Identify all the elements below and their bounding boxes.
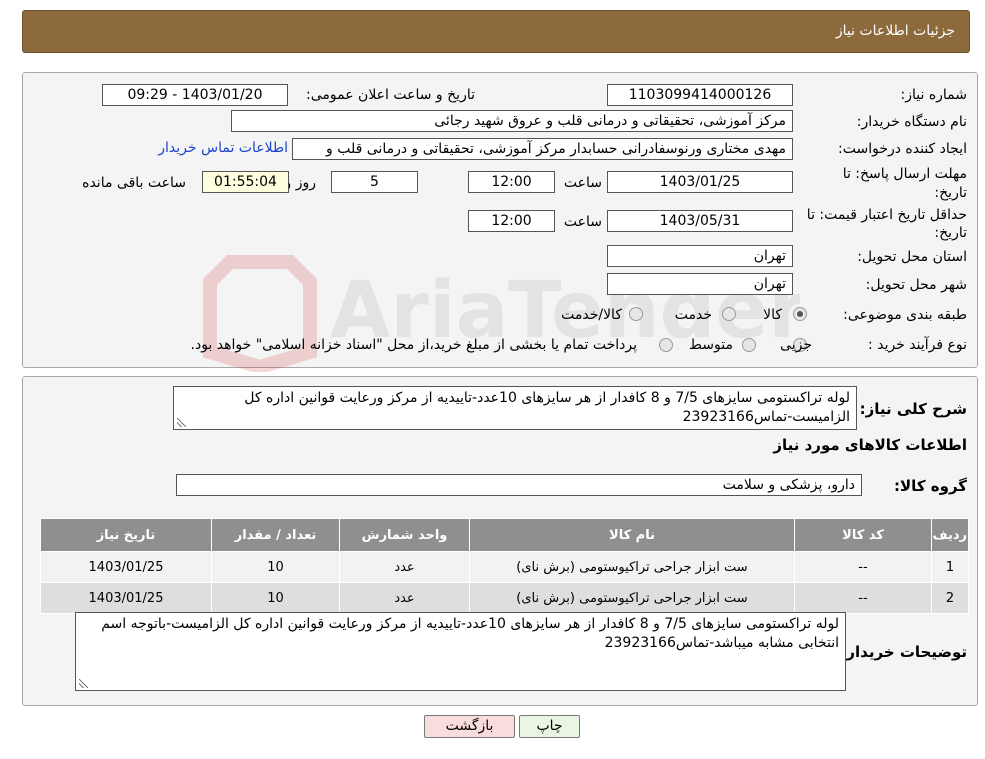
- province-field: تهران: [607, 245, 793, 267]
- table-row: 1 -- ست ابزار جراحی تراکیوستومی (برش نای…: [40, 551, 969, 583]
- print-button[interactable]: چاپ: [519, 715, 580, 738]
- cell-item-name: ست ابزار جراحی تراکیوستومی (برش نای): [469, 582, 795, 614]
- city-field: تهران: [607, 273, 793, 295]
- city-label: شهر محل تحویل:: [865, 277, 967, 293]
- page-title: جزئیات اطلاعات نیاز: [835, 23, 955, 39]
- validity-label-date: تاریخ:: [934, 225, 967, 241]
- col-item-name: نام کالا: [469, 518, 795, 552]
- description-textarea[interactable]: لوله تراکستومی سایزهای 7/5 و 8 کافدار از…: [173, 386, 857, 430]
- category-radio-goods[interactable]: [793, 307, 807, 321]
- items-table: ردیف کد کالا نام کالا واحد شمارش تعداد /…: [40, 518, 969, 614]
- creator-label: ایجاد کننده درخواست:: [838, 141, 967, 157]
- announce-field: 1403/01/20 - 09:29: [102, 84, 288, 106]
- cell-quantity: 10: [211, 551, 340, 583]
- days-label: روز و: [284, 175, 317, 191]
- category-option-service: خدمت: [674, 307, 712, 323]
- days-field: 5: [331, 171, 418, 193]
- category-radio-goods-service[interactable]: [629, 307, 643, 321]
- description-text: لوله تراکستومی سایزهای 7/5 و 8 کافدار از…: [244, 390, 850, 425]
- creator-field: مهدی مختاری ورنوسفادرانی حسابدار مرکز آم…: [292, 138, 793, 160]
- process-option-minor: جزیی: [780, 337, 812, 353]
- col-item-code: کد کالا: [794, 518, 932, 552]
- cell-item-code: --: [794, 551, 932, 583]
- province-label: استان محل تحویل:: [857, 249, 967, 265]
- description-label: شرح کلی نیاز:: [859, 400, 967, 418]
- table-row: 2 -- ست ابزار جراحی تراکیوستومی (برش نای…: [40, 582, 969, 614]
- validity-label: حداقل تاریخ اعتبار قیمت: تا: [806, 207, 967, 223]
- cell-item-name: ست ابزار جراحی تراکیوستومی (برش نای): [469, 551, 795, 583]
- cell-need-date: 1403/01/25: [40, 582, 212, 614]
- category-option-goods-service: کالا/خدمت: [561, 307, 622, 323]
- cell-row-number: 2: [931, 582, 969, 614]
- col-need-date: تاریخ نیاز: [40, 518, 212, 552]
- category-option-goods: کالا: [763, 307, 782, 323]
- process-note: پرداخت تمام یا بخشی از مبلغ خرید،از محل …: [190, 337, 637, 353]
- buyer-org-field: مرکز آموزشی، تحقیقاتی و درمانی قلب و عرو…: [231, 110, 793, 132]
- goods-group-label: گروه کالا:: [894, 477, 967, 495]
- cell-row-number: 1: [931, 551, 969, 583]
- cell-item-code: --: [794, 582, 932, 614]
- deadline-label: مهلت ارسال پاسخ: تا: [842, 166, 967, 182]
- process-radio-medium[interactable]: [742, 338, 756, 352]
- col-quantity: تعداد / مقدار: [211, 518, 340, 552]
- cell-quantity: 10: [211, 582, 340, 614]
- remaining-time-field: 01:55:04: [202, 171, 289, 193]
- cell-unit: عدد: [339, 582, 470, 614]
- buyer-notes-label: توضیحات خریدار:: [840, 643, 967, 661]
- buyer-org-label: نام دستگاه خریدار:: [856, 114, 967, 130]
- cell-need-date: 1403/01/25: [40, 551, 212, 583]
- deadline-date-field: 1403/01/25: [607, 171, 793, 193]
- category-radio-service[interactable]: [722, 307, 736, 321]
- cell-unit: عدد: [339, 551, 470, 583]
- deadline-time-label: ساعت: [563, 175, 602, 191]
- items-table-header: ردیف کد کالا نام کالا واحد شمارش تعداد /…: [40, 518, 969, 552]
- goods-section-title: اطلاعات کالاهای مورد نیاز: [773, 436, 967, 454]
- process-radio-treasury[interactable]: [659, 338, 673, 352]
- resize-grip-icon[interactable]: [177, 418, 186, 427]
- goods-group-field: دارو، پزشکی و سلامت: [176, 474, 862, 496]
- deadline-time-field: 12:00: [468, 171, 555, 193]
- page-header: جزئیات اطلاعات نیاز: [22, 10, 970, 53]
- category-label: طبقه بندی موضوعی:: [843, 307, 967, 323]
- back-button[interactable]: بازگشت: [424, 715, 515, 738]
- validity-time-field: 12:00: [468, 210, 555, 232]
- col-row-number: ردیف: [931, 518, 969, 552]
- buyer-contact-link[interactable]: اطلاعات تماس خریدار: [158, 140, 288, 156]
- buyer-notes-textarea[interactable]: لوله تراکستومی سایزهای 7/5 و 8 کافدار از…: [75, 612, 846, 691]
- announce-label: تاریخ و ساعت اعلان عمومی:: [306, 87, 475, 103]
- process-label: نوع فرآیند خرید :: [868, 337, 967, 353]
- col-unit: واحد شمارش: [339, 518, 470, 552]
- remaining-label: ساعت باقی مانده: [82, 175, 186, 191]
- need-number-label: شماره نیاز:: [900, 87, 968, 103]
- process-option-medium: متوسط: [689, 337, 733, 353]
- need-number-field: 1103099414000126: [607, 84, 793, 106]
- validity-time-label: ساعت: [563, 214, 602, 230]
- buyer-notes-text: لوله تراکستومی سایزهای 7/5 و 8 کافدار از…: [101, 616, 839, 651]
- deadline-label-date: تاریخ:: [934, 185, 967, 201]
- validity-date-field: 1403/05/31: [607, 210, 793, 232]
- resize-grip-icon[interactable]: [79, 679, 88, 688]
